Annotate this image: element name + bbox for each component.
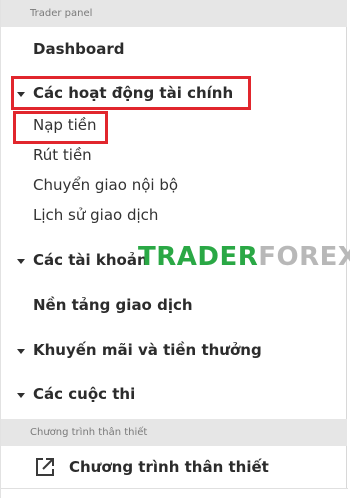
- watermark-part-forex: FOREX: [258, 242, 350, 272]
- highlight-deposit: [13, 111, 108, 144]
- nav-dashboard[interactable]: Dashboard: [1, 40, 347, 58]
- nav-trading-platforms[interactable]: Nền tảng giao dịch: [1, 296, 347, 314]
- nav-internal-transfer[interactable]: Chuyển giao nội bộ: [1, 176, 347, 194]
- nav-withdraw[interactable]: Rút tiền: [1, 146, 347, 164]
- caret-down-icon: [17, 393, 25, 398]
- nav-transaction-history[interactable]: Lịch sử giao dịch: [1, 206, 347, 224]
- trader-panel-header: Trader panel: [1, 0, 347, 27]
- nav-promotions-bonuses[interactable]: Khuyến mãi và tiền thưởng: [1, 341, 347, 359]
- panel-bottom-divider: [1, 488, 348, 499]
- nav-contests[interactable]: Các cuộc thi: [1, 385, 347, 403]
- caret-down-icon: [17, 349, 25, 354]
- loyalty-header: Chương trình thân thiết: [1, 419, 347, 446]
- promotions-label: Khuyến mãi và tiền thưởng: [33, 341, 262, 359]
- external-link-icon[interactable]: [34, 456, 56, 478]
- caret-down-icon: [17, 259, 25, 264]
- highlight-financial-operations: [11, 76, 251, 110]
- traderforex-watermark: TRADERFOREX: [138, 242, 350, 272]
- watermark-part-trader: TRADER: [138, 242, 259, 272]
- loyalty-program-link[interactable]: Chương trình thân thiết: [69, 458, 339, 476]
